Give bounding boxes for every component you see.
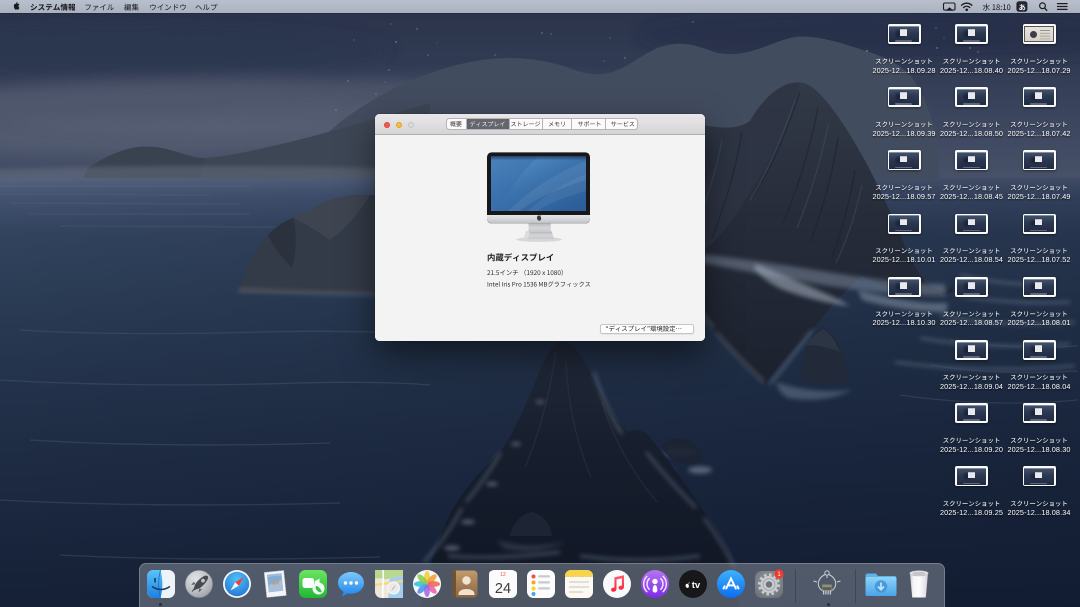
svg-text:tv: tv: [692, 580, 701, 591]
svg-text:12: 12: [500, 572, 506, 578]
svg-text:24: 24: [495, 581, 511, 597]
